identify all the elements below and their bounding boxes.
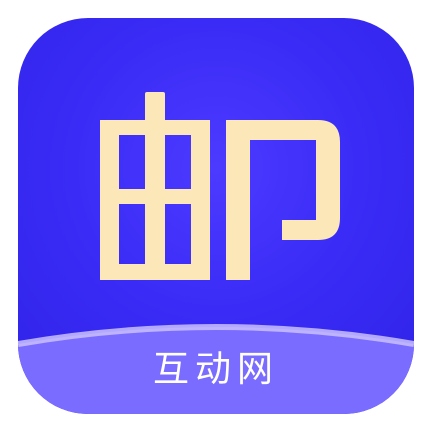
app-caption: 互动网 — [152, 349, 279, 390]
app-icon[interactable]: 邮 互动网 — [18, 18, 414, 414]
